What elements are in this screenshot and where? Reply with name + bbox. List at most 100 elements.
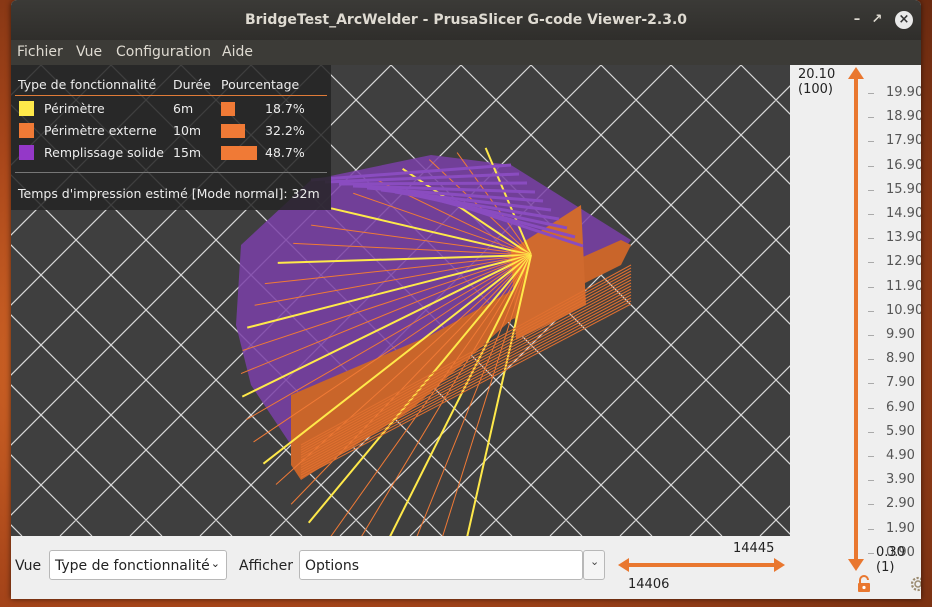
layer-bottom-readout: 0.30 (1) <box>876 545 905 575</box>
layer-tick-mark <box>868 310 874 312</box>
view-type-select[interactable]: Type de fonctionnalité ⌄ <box>49 550 227 580</box>
layer-tick-mark <box>868 359 874 361</box>
layer-tick-label: 14.90 <box>886 206 921 221</box>
legend-row-label: Remplissage solide <box>44 145 164 160</box>
layer-bottom-value: 0.30 <box>876 545 905 560</box>
layer-tick-label: 1.90 <box>886 520 915 536</box>
legend-row: Périmètre 6m 18.7% <box>11 99 331 119</box>
layer-tick-label: 7.90 <box>886 375 915 391</box>
move-top-value: 14445 <box>733 541 775 556</box>
title-bar: BridgeTest_ArcWelder - PrusaSlicer G-cod… <box>11 0 921 40</box>
chevron-down-icon: ⌄ <box>210 557 220 570</box>
app-window: BridgeTest_ArcWelder - PrusaSlicer G-cod… <box>11 0 921 599</box>
legend-header-type: Type de fonctionnalité <box>18 77 157 92</box>
legend-row-duration: 6m <box>173 101 194 116</box>
options-dropdown-button[interactable]: ⌄ <box>583 550 605 580</box>
menu-vue[interactable]: Vue <box>76 44 102 60</box>
legend-row-percent: 18.7% <box>265 101 305 116</box>
layer-tick-mark <box>868 262 874 264</box>
view-type-value: Type de fonctionnalité <box>55 558 210 574</box>
3d-viewport[interactable]: Type de fonctionnalité Durée Pourcentage… <box>11 65 790 536</box>
layer-tick-label: 6.90 <box>886 399 915 415</box>
layer-top-index: (100) <box>798 82 833 97</box>
layer-lower-thumb[interactable] <box>848 559 864 571</box>
layer-tick-mark <box>868 286 874 288</box>
view-label: Vue <box>15 558 42 574</box>
legend-row-bar <box>221 102 235 116</box>
layer-ticks: 19.90 18.90 17.90 16.90 15.90 14.90 13.90 12.90… <box>866 65 921 599</box>
gear-icon[interactable] <box>909 575 921 593</box>
menu-configuration[interactable]: Configuration <box>116 44 211 60</box>
external-perimeter-swatch <box>19 123 34 138</box>
layer-tick-mark <box>868 528 874 530</box>
layer-tick-label: 12.90 <box>886 254 921 270</box>
layer-tick-mark <box>868 480 874 482</box>
minimize-icon[interactable]: – <box>849 12 865 28</box>
legend-header-percent: Pourcentage <box>221 77 300 92</box>
layer-tick-label: 16.90 <box>886 157 921 173</box>
window-title: BridgeTest_ArcWelder - PrusaSlicer G-cod… <box>244 12 688 28</box>
perimeter-swatch <box>19 101 34 116</box>
layer-tick-label: 5.90 <box>886 423 915 439</box>
layer-tick-mark <box>868 141 874 143</box>
move-upper-thumb[interactable] <box>774 558 785 572</box>
layer-tick-label: 15.90 <box>886 181 921 197</box>
layer-tick-mark <box>868 165 874 167</box>
maximize-icon[interactable]: ↗ <box>869 12 885 28</box>
bottom-toolbar: Vue Type de fonctionnalité ⌄ Afficher Op… <box>11 536 790 599</box>
layer-tick-label: 17.90 <box>886 133 921 149</box>
legend-row-duration: 15m <box>173 145 202 160</box>
legend-row-percent: 48.7% <box>265 145 305 160</box>
layer-tick-mark <box>868 407 874 409</box>
layer-tick-label: 13.90 <box>886 230 921 246</box>
solid-infill-swatch <box>19 145 34 160</box>
legend-row: Remplissage solide 15m 48.7% <box>11 143 331 163</box>
layer-top-value: 20.10 <box>798 67 836 82</box>
options-select[interactable]: Options <box>299 550 583 580</box>
estimate-value: 32m <box>291 186 320 201</box>
layer-tick-mark <box>868 552 874 554</box>
legend-row-bar <box>221 146 257 160</box>
layer-tick-label: 9.90 <box>886 327 915 342</box>
layer-slider-track[interactable] <box>854 73 858 563</box>
menu-fichier[interactable]: Fichier <box>17 44 63 60</box>
move-bottom-value: 14406 <box>628 577 670 592</box>
layer-tick-mark <box>868 383 874 385</box>
legend-panel: Type de fonctionnalité Durée Pourcentage… <box>11 65 331 210</box>
legend-divider <box>15 172 327 173</box>
estimate-label: Temps d'impression estimé [Mode normal]: <box>18 186 288 201</box>
menu-bar: Fichier Vue Configuration Aide <box>11 40 921 65</box>
lock-icon[interactable] <box>856 575 872 593</box>
legend-row-bar <box>221 124 245 138</box>
legend-header-duration: Durée <box>173 77 211 92</box>
infill-strand <box>338 181 528 186</box>
layer-tick-mark <box>868 93 874 94</box>
menu-aide[interactable]: Aide <box>222 44 253 60</box>
legend-row-duration: 10m <box>173 123 202 138</box>
layer-tick-mark <box>868 214 874 215</box>
layer-bottom-index: (1) <box>876 560 895 575</box>
legend-row-percent: 32.2% <box>265 123 305 138</box>
legend-row-label: Périmètre externe <box>44 123 157 138</box>
legend-row: Périmètre externe 10m 32.2% <box>11 121 331 141</box>
show-label: Afficher <box>239 558 294 574</box>
legend-row-label: Périmètre <box>44 101 105 116</box>
layer-tick-mark <box>868 117 874 119</box>
layer-tick-label: 4.90 <box>886 448 915 463</box>
layer-tick-label: 3.90 <box>886 472 915 488</box>
legend-divider <box>15 95 327 96</box>
layer-tick-mark <box>868 431 874 433</box>
close-icon[interactable]: × <box>895 11 913 29</box>
layer-tick-label: 19.90 <box>886 85 921 100</box>
print-time-estimate: Temps d'impression estimé [Mode normal]:… <box>18 186 320 201</box>
layer-tick-label: 8.90 <box>886 351 915 367</box>
layer-tick-mark <box>868 335 874 336</box>
layer-tick-mark <box>868 238 874 240</box>
layer-tick-label: 11.90 <box>886 278 921 294</box>
layer-tick-label: 10.90 <box>886 302 921 318</box>
chevron-down-icon: ⌄ <box>590 555 600 568</box>
layer-tick-mark <box>868 189 874 191</box>
layer-slider-panel: 20.10 (100) 19.90 18.90 17.90 16.90 15.90 14.… <box>790 65 921 599</box>
move-slider-track[interactable] <box>628 563 777 567</box>
options-value: Options <box>305 558 360 574</box>
